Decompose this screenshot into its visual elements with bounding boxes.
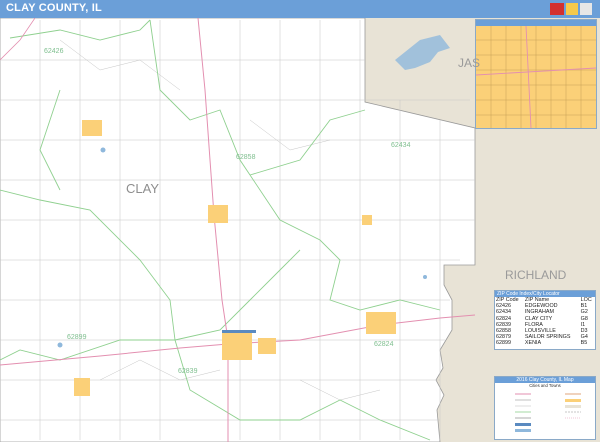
name-cell: XENIA: [524, 340, 542, 347]
airport: [222, 330, 256, 333]
county-area: [0, 18, 476, 442]
town-xenia: [74, 378, 90, 396]
town-ingraham: [362, 215, 372, 225]
zip-label: 62839: [178, 368, 198, 375]
zip-label: 62434: [391, 142, 411, 149]
zip-label: 62858: [236, 154, 256, 161]
pond: [57, 342, 63, 348]
zip-cell: 62899: [496, 340, 511, 347]
zip-index-grid: ZIP Code ZIP Name LOC 62426 EDGEWOOD B1 62…: [495, 297, 595, 347]
zip-index-table: ZIP Code Index/City Locator ZIP Code ZIP…: [494, 290, 596, 350]
pond: [100, 147, 106, 153]
town-clay-city: [366, 312, 396, 334]
map-title: CLAY COUNTY, IL: [6, 2, 102, 14]
inset-map: [475, 19, 597, 129]
inset-header: [476, 20, 596, 26]
lake: [395, 35, 450, 70]
map-legend: 2016 Clay County, IL Map Cities and Town…: [494, 376, 596, 440]
table-row: 62899 XENIA B5: [495, 340, 595, 346]
neighbor-label-east: RICHLAND: [505, 268, 567, 282]
loc-cell: B5: [580, 340, 588, 347]
zip-label: 62426: [44, 48, 64, 55]
town-louisville: [208, 205, 228, 223]
legend-symbols: [515, 393, 581, 432]
zip-label: 62824: [374, 341, 394, 348]
neighbor-label-north: JAS: [458, 56, 481, 70]
county-label: CLAY: [126, 181, 159, 196]
table-row: 62434 INGRAHAM G2: [495, 309, 595, 315]
town-edgewood: [82, 120, 102, 136]
town-flora: [222, 332, 252, 360]
title-bar: CLAY COUNTY, IL: [0, 0, 600, 18]
table-row: 62824 CLAY CITY G8: [495, 316, 595, 322]
pond: [423, 275, 427, 279]
town-flora-east: [258, 338, 276, 354]
inset-roads: [476, 25, 596, 128]
zip-label: 62899: [67, 334, 87, 341]
publisher-logo: [550, 1, 594, 17]
